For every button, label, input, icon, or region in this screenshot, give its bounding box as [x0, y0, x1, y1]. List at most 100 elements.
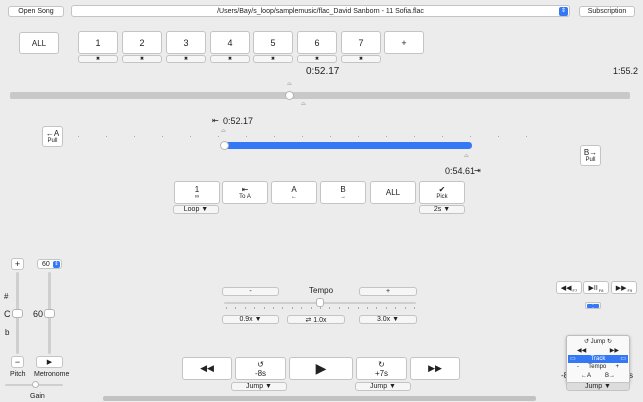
timeline-dot	[274, 136, 275, 137]
tempo-slider-knob[interactable]	[316, 298, 324, 307]
loop-start-glyph-icon: ⇤	[212, 116, 219, 125]
timeline-dot	[330, 136, 331, 137]
tempo-tick	[254, 307, 256, 309]
jump-menu-row3[interactable]: ←A B→	[581, 373, 615, 379]
loop-start-pull-button[interactable]: ←A Pull	[42, 126, 63, 147]
pick-button[interactable]: ✔ Pick	[419, 181, 465, 204]
jump-menu-track-row[interactable]: ▭ Track ▭	[568, 355, 628, 363]
file-path-select[interactable]: /Users/Bay/s_loop/samplemusic/flac_David…	[71, 5, 570, 17]
pitch-label: Pitch	[10, 371, 26, 378]
slot-5-button[interactable]: 5	[253, 31, 293, 54]
position-knob[interactable]	[285, 91, 294, 100]
play-pause-f8-button[interactable]: ▶II F8	[583, 281, 609, 294]
set-a-button[interactable]: A ←	[271, 181, 317, 204]
metronome-play-button[interactable]: ▶	[36, 356, 63, 368]
right-jump-select[interactable]: Jump ▼	[566, 382, 630, 391]
open-song-button[interactable]: Open Song	[8, 6, 64, 17]
tempo-high-select[interactable]: 3.0x ▼	[359, 315, 417, 324]
timeline-dot	[218, 136, 219, 137]
slot-2-remove-button[interactable]: ✖	[122, 55, 162, 63]
jump-right-icon: ↻	[605, 339, 613, 345]
rewind-f7-button[interactable]: ◀◀ F7	[556, 281, 582, 294]
jump-menu[interactable]: ↺ Jump ↻ ◀◀ ▶▶ ▭ Track ▭ - Tempo + ←A B→	[566, 335, 630, 384]
tempo-low-select[interactable]: 0.9x ▼	[222, 315, 279, 324]
position-track[interactable]	[10, 92, 630, 99]
loop-end-sub: Pull	[585, 156, 596, 163]
tempo-tick	[226, 307, 227, 309]
tempo-tick	[273, 307, 274, 309]
metronome-bpm-value: 60	[42, 260, 50, 268]
jump-back-select[interactable]: Jump ▼	[231, 382, 287, 391]
chevron-updown-icon: ⇕	[559, 7, 568, 16]
loop-start-sub: Pull	[47, 137, 58, 144]
timeline-dot	[302, 136, 303, 137]
loop-end-time: 0:54.61	[445, 166, 476, 176]
tempo-tick	[263, 307, 265, 309]
slot-7-remove-button[interactable]: ✖	[341, 55, 381, 63]
tempo-plus-button[interactable]: +	[359, 287, 417, 296]
set-a-glyph: A	[291, 184, 297, 194]
pitch-slider-knob[interactable]	[12, 309, 23, 318]
skip-forward-button[interactable]: ↻ +7s	[356, 357, 407, 380]
loop-start-knob[interactable]	[220, 141, 229, 150]
right-panel-mini-toggles[interactable]	[585, 302, 601, 309]
slot-7-button[interactable]: 7	[341, 31, 381, 54]
slot-3-remove-button[interactable]: ✖	[166, 55, 206, 63]
loop-start-time: 0:52.17	[223, 116, 254, 126]
timeline-dot	[442, 136, 443, 137]
slot-6-button[interactable]: 6	[297, 31, 337, 54]
slot-5-remove-button[interactable]: ✖	[253, 55, 293, 63]
tempo-tick	[329, 307, 331, 309]
metronome-label: Metronome	[34, 371, 70, 378]
rewind-button[interactable]: ◀◀	[182, 357, 232, 380]
jump-menu-title: Jump	[590, 339, 606, 345]
jump-forward-select[interactable]: Jump ▼	[355, 382, 411, 391]
forward-f9-button[interactable]: ▶▶ F9	[611, 281, 637, 294]
set-b-button[interactable]: B →	[320, 181, 366, 204]
timeline-dot	[386, 136, 387, 137]
jump-menu-tempo-row[interactable]: - Tempo +	[577, 364, 619, 370]
slot-2-button[interactable]: 2	[122, 31, 162, 54]
gain-label: Gain	[30, 393, 45, 400]
tempo-tick	[320, 307, 321, 309]
tempo-minus-button[interactable]: -	[222, 287, 279, 296]
gain-slider-knob[interactable]	[32, 381, 39, 388]
loop-mode-select[interactable]: Loop ▼	[173, 205, 219, 214]
forward-f9-key: F9	[627, 287, 633, 293]
pitch-sharp-label: #	[4, 292, 9, 301]
slot-4-button[interactable]: 4	[210, 31, 250, 54]
horizontal-scrollbar[interactable]	[103, 396, 536, 401]
slot-all-button[interactable]: ALL	[19, 32, 59, 54]
loop-end-pull-button[interactable]: B→ Pull	[580, 145, 601, 166]
loop-all-button[interactable]: ALL	[370, 181, 416, 204]
metronome-value: 60	[33, 309, 44, 319]
fast-forward-button[interactable]: ▶▶	[410, 357, 460, 380]
timeline-dot	[106, 136, 107, 137]
slot-6-remove-button[interactable]: ✖	[297, 55, 337, 63]
loop-all-glyph: ALL	[385, 188, 401, 197]
tempo-tick	[310, 307, 312, 309]
loop-count-sub: ∞	[194, 193, 200, 200]
slot-3-button[interactable]: 3	[166, 31, 206, 54]
pitch-down-button[interactable]: −	[11, 356, 24, 368]
metronome-bpm-select[interactable]: 60 ⇕	[37, 259, 62, 269]
timeline-dot	[358, 136, 359, 137]
set-a-sub: ←	[291, 193, 297, 200]
slot-1-button[interactable]: 1	[78, 31, 118, 54]
loop-count-button[interactable]: 1 ∞	[174, 181, 220, 204]
metronome-slider-knob[interactable]	[44, 309, 55, 318]
pick-glyph: ✔	[438, 184, 446, 194]
slot-4-remove-button[interactable]: ✖	[210, 55, 250, 63]
slot-1-remove-button[interactable]: ✖	[78, 55, 118, 63]
tempo-reset-button[interactable]: ⇄ 1.0x	[287, 315, 345, 324]
pick-duration-select[interactable]: 2s ▼	[419, 205, 465, 214]
skip-back-button[interactable]: ↺ -8s	[235, 357, 286, 380]
add-slot-button[interactable]: +	[384, 31, 424, 54]
play-button[interactable]: ▶	[289, 357, 353, 380]
tempo-tick	[385, 307, 387, 309]
subscription-button[interactable]: Subscription	[579, 6, 635, 17]
pitch-up-button[interactable]: +	[11, 258, 24, 270]
to-a-button[interactable]: ⇤ To A	[222, 181, 268, 204]
timeline-dot	[134, 136, 135, 137]
jump-menu-row1[interactable]: ◀◀ ▶▶	[577, 347, 619, 354]
